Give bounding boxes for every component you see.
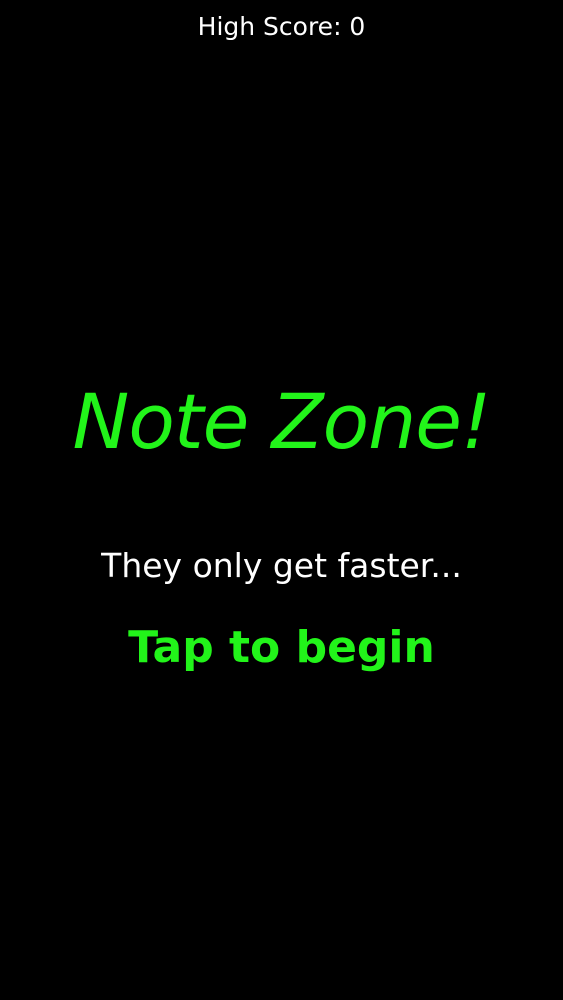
tap-to-begin-button[interactable]: Tap to begin — [106, 612, 457, 684]
high-score-label: High Score: 0 — [197, 12, 366, 41]
game-start-screen[interactable]: High Score: 0 Note Zone! They only get f… — [0, 0, 563, 1000]
game-title: Note Zone! — [72, 377, 491, 466]
game-tagline: They only get faster... — [101, 546, 462, 585]
